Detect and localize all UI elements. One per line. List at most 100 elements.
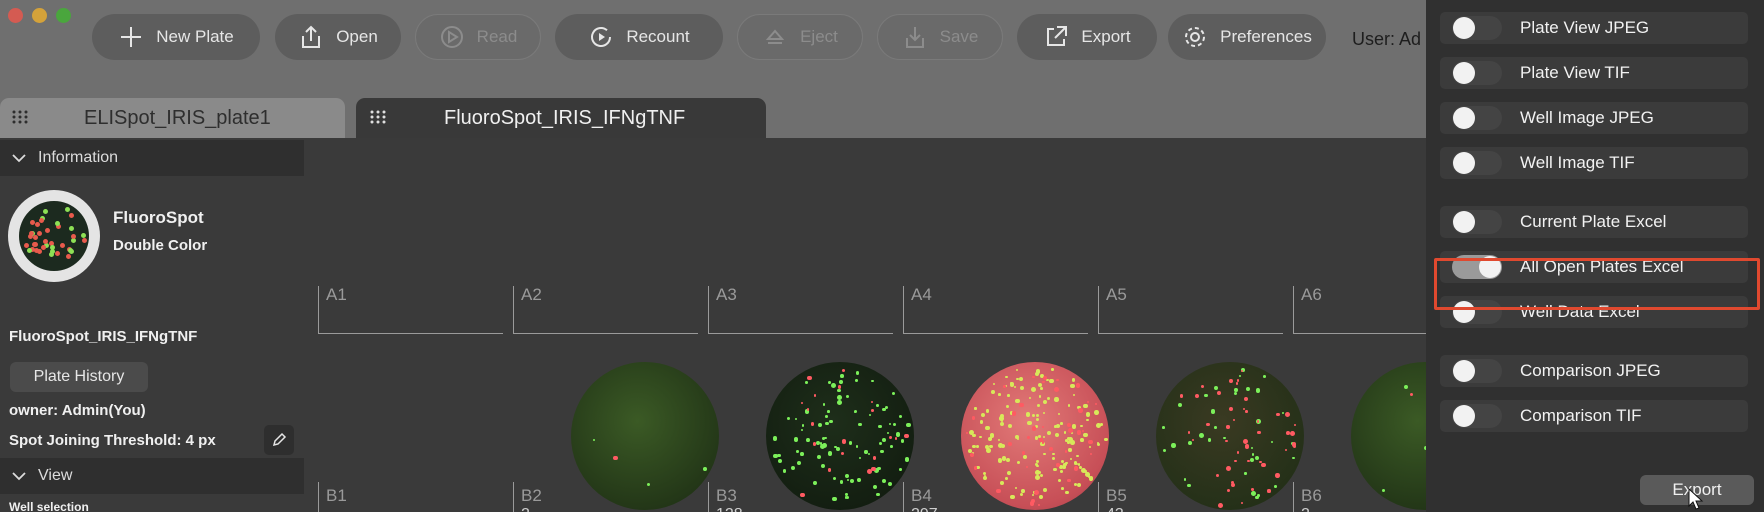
icon-spot (49, 252, 55, 258)
plate-history-button[interactable]: Plate History (10, 362, 148, 392)
well-a-bracket[interactable] (1098, 286, 1283, 334)
spot (997, 443, 1003, 448)
spot (1046, 430, 1052, 436)
download-icon (905, 27, 924, 48)
well-image[interactable] (571, 362, 719, 510)
export-toolbar-button[interactable]: Export (1017, 14, 1157, 60)
preferences-button[interactable]: Preferences (1168, 14, 1326, 60)
spot (873, 484, 878, 489)
icon-spot (29, 220, 35, 226)
spot (1028, 396, 1031, 399)
spot (878, 424, 882, 429)
toggle-switch[interactable] (1452, 359, 1502, 383)
spot (840, 451, 844, 455)
export-option-row[interactable]: Well Image JPEG (1440, 102, 1748, 134)
spot (1029, 501, 1034, 506)
spot (1025, 412, 1031, 417)
spot (1053, 467, 1057, 472)
well-a-bracket[interactable] (513, 286, 698, 334)
spot (1042, 425, 1045, 429)
well-a-bracket[interactable] (708, 286, 893, 334)
spot (813, 480, 817, 485)
spot (1027, 420, 1032, 426)
export-option-row[interactable]: Plate View JPEG (1440, 12, 1748, 44)
read-button[interactable]: Read (415, 14, 541, 60)
spot (1014, 386, 1017, 389)
well-label-row-b: B3 (716, 486, 737, 505)
well-a-bracket[interactable] (318, 286, 503, 334)
spot (893, 422, 897, 426)
export-option-row[interactable]: Comparison JPEG (1440, 355, 1748, 387)
well-b-bracket[interactable] (903, 482, 904, 512)
well-label-row-b: B2 (521, 486, 542, 505)
spot (844, 473, 850, 479)
spot (890, 445, 894, 449)
spot (1244, 444, 1250, 450)
well-b-bracket[interactable] (1098, 482, 1099, 512)
toggle-switch[interactable] (1452, 16, 1502, 40)
spot (1245, 410, 1248, 413)
well-b-bracket[interactable] (318, 482, 319, 512)
spot (1005, 375, 1008, 379)
spot (1035, 414, 1039, 418)
toggle-switch[interactable] (1452, 404, 1502, 428)
export-option-label: Current Plate Excel (1520, 212, 1667, 231)
spot (1226, 425, 1230, 429)
eject-button[interactable]: Eject (737, 14, 863, 60)
toggle-switch[interactable] (1452, 61, 1502, 85)
spot (871, 379, 874, 383)
spot (1003, 385, 1006, 388)
view-section-header[interactable]: View (0, 458, 304, 494)
well-image[interactable] (766, 362, 914, 510)
spot (1261, 462, 1266, 467)
window-maximize-button[interactable] (56, 8, 71, 23)
well-image[interactable] (961, 362, 1109, 510)
spot (822, 437, 826, 441)
well-a-bracket[interactable] (903, 286, 1088, 334)
new-plate-button[interactable]: New Plate (92, 14, 260, 60)
spot (879, 442, 883, 446)
spot (806, 437, 811, 442)
well-b-bracket[interactable] (513, 482, 514, 512)
export-option-row[interactable]: Current Plate Excel (1440, 206, 1748, 238)
spot (1085, 412, 1091, 418)
spot (1088, 445, 1092, 448)
export-option-row[interactable]: Plate View TIF (1440, 57, 1748, 89)
spot (1243, 396, 1248, 401)
tab-elispot-plate[interactable]: ELISpot_IRIS_plate1 (0, 98, 345, 138)
edit-threshold-button[interactable] (264, 425, 294, 455)
spot (1403, 384, 1408, 389)
preferences-label: Preferences (1220, 27, 1312, 46)
toggle-switch[interactable] (1452, 210, 1502, 234)
open-button[interactable]: Open (275, 14, 401, 60)
spot (1104, 437, 1109, 442)
toggle-knob (1453, 152, 1475, 174)
toggle-switch[interactable] (1452, 106, 1502, 130)
well-b-bracket[interactable] (1293, 482, 1294, 512)
spot (1070, 440, 1075, 445)
spot (1229, 379, 1234, 384)
tab-fluorospot-plate[interactable]: FluoroSpot_IRIS_IFNgTNF (356, 98, 766, 138)
spot (1007, 423, 1013, 429)
spot (1015, 369, 1018, 372)
spot (1068, 428, 1073, 433)
spot (1063, 462, 1067, 466)
well-b-bracket[interactable] (708, 482, 709, 512)
icon-spot (45, 228, 51, 234)
save-button[interactable]: Save (877, 14, 1003, 60)
spot (829, 419, 833, 424)
toggle-switch[interactable] (1452, 151, 1502, 175)
spot (1094, 410, 1099, 416)
spot (1247, 459, 1250, 463)
icon-spot (69, 213, 75, 219)
recount-button[interactable]: Recount (555, 14, 723, 60)
information-section-header[interactable]: Information (0, 140, 304, 176)
window-minimize-button[interactable] (32, 8, 47, 23)
window-close-button[interactable] (8, 8, 23, 23)
spot (1187, 431, 1191, 434)
export-option-row[interactable]: Comparison TIF (1440, 400, 1748, 432)
well-image[interactable] (1156, 362, 1304, 510)
spot (1026, 466, 1029, 469)
export-option-row[interactable]: Well Image TIF (1440, 147, 1748, 179)
export-option-label: Plate View TIF (1520, 63, 1630, 82)
